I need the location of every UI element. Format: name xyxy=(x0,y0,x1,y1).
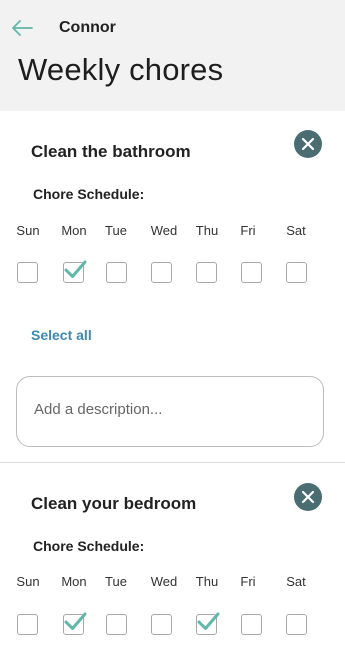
user-name: Connor xyxy=(59,19,116,36)
description-input[interactable] xyxy=(34,401,304,418)
day-checkbox-fri[interactable] xyxy=(241,262,262,283)
page-title: Weekly chores xyxy=(18,52,224,87)
arrow-left-icon xyxy=(12,20,33,36)
day-checkbox-fri[interactable] xyxy=(241,614,262,635)
day-checkbox-wed[interactable] xyxy=(151,614,172,635)
chore-card: Clean the bathroom Chore Schedule: Sun M… xyxy=(0,111,345,463)
day-checkbox-sat[interactable] xyxy=(286,262,307,283)
day-checkbox-sun[interactable] xyxy=(17,262,38,283)
day-label-thu: Thu xyxy=(195,223,219,238)
day-label-tue: Tue xyxy=(105,574,127,589)
day-checkbox-tue[interactable] xyxy=(106,262,127,283)
checkmark-icon xyxy=(64,612,87,630)
day-label-fri: Fri xyxy=(240,223,256,238)
day-checkbox-sun[interactable] xyxy=(17,614,38,635)
chore-schedule-label: Chore Schedule: xyxy=(33,186,145,202)
day-checkbox-thu[interactable] xyxy=(196,262,217,283)
back-button[interactable] xyxy=(10,18,34,38)
day-label-mon: Mon xyxy=(61,574,87,589)
day-label-mon: Mon xyxy=(61,223,87,238)
chore-schedule-label: Chore Schedule: xyxy=(33,538,145,554)
checkmark-icon xyxy=(197,612,220,630)
day-checkbox-mon[interactable] xyxy=(63,260,87,283)
chore-title: Clean the bathroom xyxy=(31,142,191,161)
day-label-wed: Wed xyxy=(150,574,178,589)
chore-card: Clean your bedroom Chore Schedule: Sun M… xyxy=(0,463,345,649)
day-checkbox-sat[interactable] xyxy=(286,614,307,635)
day-label-wed: Wed xyxy=(150,223,178,238)
day-label-sat: Sat xyxy=(286,574,306,589)
day-label-fri: Fri xyxy=(240,574,256,589)
remove-chore-button[interactable] xyxy=(294,130,322,158)
day-checkbox-wed[interactable] xyxy=(151,262,172,283)
chore-title: Clean your bedroom xyxy=(31,494,197,513)
page-header: Connor Weekly chores xyxy=(0,0,345,111)
select-all-link[interactable]: Select all xyxy=(31,327,92,343)
close-icon xyxy=(301,490,315,504)
day-label-tue: Tue xyxy=(105,223,127,238)
day-label-sat: Sat xyxy=(286,223,306,238)
day-label-sun: Sun xyxy=(16,574,40,589)
day-label-thu: Thu xyxy=(195,574,219,589)
description-field[interactable] xyxy=(16,376,324,447)
day-checkbox-mon[interactable] xyxy=(63,612,87,635)
day-label-sun: Sun xyxy=(16,223,40,238)
close-icon xyxy=(301,137,315,151)
remove-chore-button[interactable] xyxy=(294,483,322,511)
checkmark-icon xyxy=(64,260,87,278)
day-checkbox-thu[interactable] xyxy=(196,612,220,635)
day-checkbox-tue[interactable] xyxy=(106,614,127,635)
